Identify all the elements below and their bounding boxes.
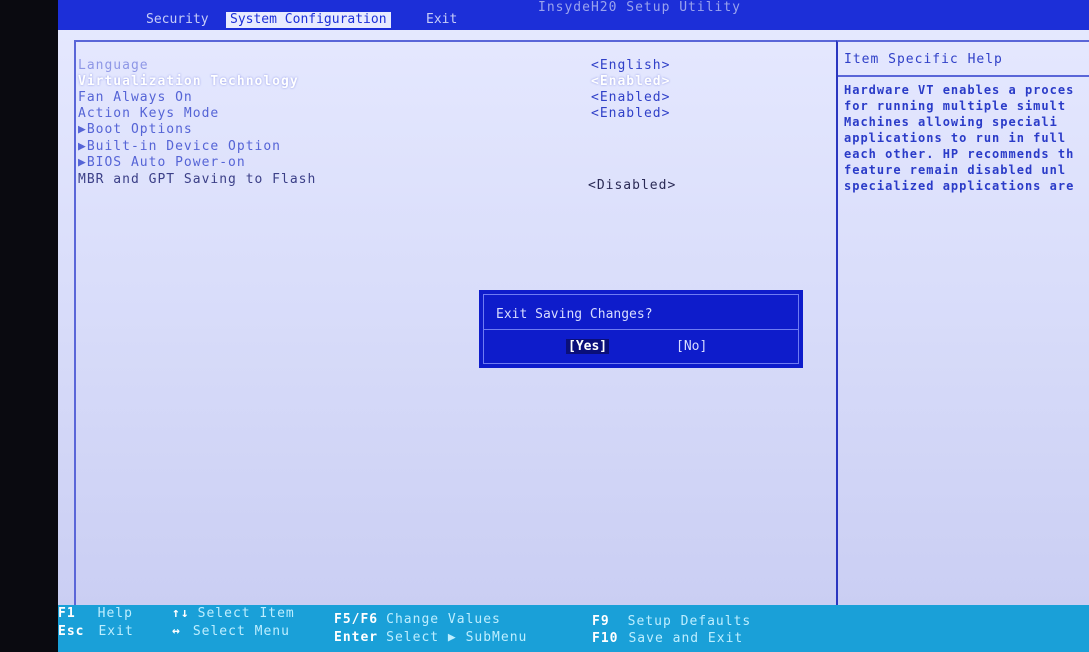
tab-security[interactable]: Security [142, 12, 213, 28]
setting-row-mbr-gpt[interactable]: MBR and GPT Saving to Flash <Disabled> [76, 172, 836, 193]
setting-row-virtualization[interactable]: Virtualization Technology <Enabled> [76, 74, 836, 90]
yes-button[interactable]: [Yes] [566, 339, 610, 354]
setting-label: Language [78, 58, 149, 73]
help-line: feature remain disabled unl [844, 163, 1067, 177]
dialog-frame: Exit Saving Changes? [Yes] [No] [483, 294, 799, 364]
help-text: Hardware VT enables a proces for running… [844, 82, 1089, 194]
key-desc: Select ▶ SubMenu [386, 630, 528, 645]
key-legend-bar: F1 Help Esc Exit ↑↓ Select Item ↔ Select Men… [58, 605, 1089, 652]
key-select-item[interactable]: ↑↓ Select Item [172, 602, 295, 621]
setting-label: MBR and GPT Saving to Flash [78, 172, 317, 187]
submenu-label: ▶BIOS Auto Power-on [78, 155, 246, 170]
help-line: for running multiple simult [844, 99, 1067, 113]
help-line: Hardware VT enables a proces [844, 83, 1075, 97]
key-desc: Save and Exit [628, 631, 744, 646]
bios-screen: InsydeH20 Setup Utility Security System … [58, 0, 1089, 652]
key-setup-defaults[interactable]: F9 Setup Defaults [592, 610, 751, 629]
key-name: Esc [58, 624, 85, 639]
exit-confirm-dialog: Exit Saving Changes? [Yes] [No] [479, 290, 803, 368]
key-name: F10 [592, 631, 619, 646]
setting-value[interactable]: <Disabled> [588, 178, 676, 194]
help-line: specialized applications are [844, 179, 1075, 193]
setting-value[interactable]: <Enabled> [591, 90, 670, 106]
setting-row-language[interactable]: Language <English> [76, 58, 836, 74]
setting-row-boot-options[interactable]: ▶Boot Options [76, 122, 836, 138]
no-button[interactable]: [No] [674, 339, 709, 354]
setting-label: Fan Always On [78, 90, 193, 105]
tab-exit[interactable]: Exit [422, 12, 461, 28]
submenu-label: ▶Built-in Device Option [78, 139, 282, 154]
key-name: ↔ [172, 624, 181, 639]
help-line: each other. HP recommends th [844, 147, 1075, 161]
help-panel: Item Specific Help Hardware VT enables a… [836, 40, 1089, 608]
help-line: applications to run in full [844, 131, 1067, 145]
key-help[interactable]: F1 Help [58, 602, 133, 621]
dialog-title: Exit Saving Changes? [496, 307, 653, 322]
tab-system-configuration[interactable]: System Configuration [226, 12, 391, 28]
setting-label: Virtualization Technology [78, 74, 299, 89]
key-desc: Select Menu [192, 624, 290, 639]
divider [484, 329, 798, 330]
menu-bar: InsydeH20 Setup Utility Security System … [58, 0, 1089, 30]
submenu-label: ▶Boot Options [78, 122, 193, 137]
key-exit[interactable]: Esc Exit [58, 620, 134, 639]
setting-value[interactable]: <Enabled> [591, 74, 670, 90]
setting-value[interactable]: <Enabled> [591, 106, 670, 122]
setting-row-action-keys-mode[interactable]: Action Keys Mode <Enabled> [76, 106, 836, 122]
key-enter-submenu[interactable]: Enter Select ▶ SubMenu [334, 626, 528, 645]
key-select-menu[interactable]: ↔ Select Menu [172, 620, 290, 639]
divider [838, 75, 1089, 77]
key-save-exit[interactable]: F10 Save and Exit [592, 627, 744, 646]
bios-title: InsydeH20 Setup Utility [538, 0, 742, 15]
key-change-values[interactable]: F5/F6 Change Values [334, 608, 501, 627]
setting-row-built-in-device[interactable]: ▶Built-in Device Option [76, 139, 836, 155]
setting-row-bios-auto-power[interactable]: ▶BIOS Auto Power-on [76, 155, 836, 171]
key-desc: Exit [98, 624, 134, 639]
key-name: Enter [334, 630, 379, 645]
setting-value[interactable]: <English> [591, 58, 670, 74]
help-title: Item Specific Help [844, 52, 1003, 67]
help-line: Machines allowing speciali [844, 115, 1058, 129]
setting-row-fan-always-on[interactable]: Fan Always On <Enabled> [76, 90, 836, 106]
setting-label: Action Keys Mode [78, 106, 220, 121]
